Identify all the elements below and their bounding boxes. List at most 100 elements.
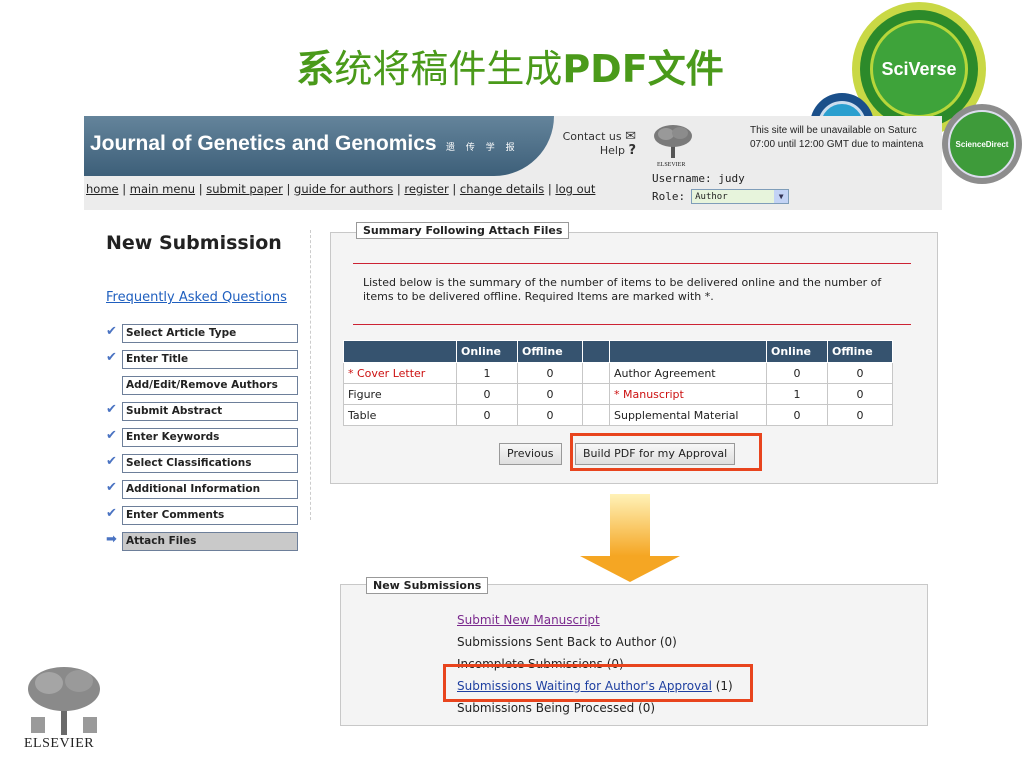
- table-cell: Author Agreement: [609, 362, 767, 384]
- submission-steps: ✔ Select Article Type ✔ Enter Title Add/Ed…: [106, 324, 300, 556]
- elsevier-small-label: ELSEVIER: [657, 162, 686, 168]
- new-submission-title: New Submission: [106, 232, 282, 254]
- table-cell: 0: [517, 362, 583, 384]
- summary-table: Online Offline Online Offline * Cover Le…: [343, 340, 893, 426]
- title-file: 文件: [647, 47, 724, 91]
- arrow-right-icon: ➡: [106, 532, 117, 547]
- table-header: [343, 340, 457, 363]
- nav-guide-for-authors[interactable]: guide for authors: [294, 182, 393, 196]
- username-label: Username: judy: [652, 172, 745, 185]
- help-icon[interactable]: ?: [628, 143, 636, 158]
- table-header: Online: [456, 340, 518, 363]
- step-enter-comments[interactable]: ✔ Enter Comments: [106, 506, 300, 525]
- step-label[interactable]: Submit Abstract: [122, 402, 298, 421]
- contact-us-link[interactable]: Contact us: [563, 130, 622, 143]
- table-cell: 1: [766, 383, 828, 405]
- elsevier-logo-text: ELSEVIER: [24, 736, 95, 751]
- chevron-down-icon[interactable]: ▼: [774, 190, 789, 203]
- sciencedirect-logo-text: ScienceDirect: [955, 139, 1009, 149]
- table-cell: 0: [456, 404, 518, 426]
- step-additional-information[interactable]: ✔ Additional Information: [106, 480, 300, 499]
- column-divider: [310, 230, 311, 520]
- title-text: 统将稿件生成: [334, 47, 563, 91]
- table-header-row: Online Offline Online Offline: [343, 340, 893, 363]
- table-cell: 0: [766, 362, 828, 384]
- nav-separator: |: [195, 182, 207, 196]
- role-label: Role:: [652, 190, 686, 203]
- nav-submit-paper[interactable]: submit paper: [206, 182, 283, 196]
- checkmark-icon: ✔: [106, 506, 117, 521]
- sciverse-logo-text: SciVerse: [881, 58, 957, 79]
- notice-line-2: 07:00 until 12:00 GMT due to maintena: [750, 139, 924, 150]
- maintenance-notice: This site will be unavailable on Saturc …: [750, 124, 923, 152]
- submit-new-manuscript-link[interactable]: Submit New Manuscript: [457, 609, 733, 631]
- editorial-system-screenshot: Journal of Genetics and Genomics 遗 传 学 报…: [84, 116, 942, 556]
- checkmark-icon: ✔: [106, 480, 117, 495]
- step-label[interactable]: Select Classifications: [122, 454, 298, 473]
- checkmark-icon: ✔: [106, 324, 117, 339]
- elsevier-tree-logo-icon: [28, 667, 100, 735]
- table-cell: 0: [827, 404, 893, 426]
- top-navigation: home | main menu | submit paper | guide …: [86, 182, 595, 196]
- table-cell-spacer: [582, 404, 610, 426]
- sciencedirect-logo: ScienceDirect: [948, 110, 1016, 178]
- table-header: [609, 340, 767, 363]
- nav-separator: |: [118, 182, 130, 196]
- step-enter-keywords[interactable]: ✔ Enter Keywords: [106, 428, 300, 447]
- table-cell: 0: [517, 404, 583, 426]
- site-banner: Journal of Genetics and Genomics 遗 传 学 报…: [84, 116, 942, 210]
- step-attach-files[interactable]: ➡ Attach Files: [106, 532, 300, 551]
- down-arrow-shaft: [610, 494, 650, 556]
- table-cell: * Cover Letter: [343, 362, 457, 384]
- role-select-value: Author: [695, 191, 728, 202]
- step-submit-abstract[interactable]: ✔ Submit Abstract: [106, 402, 300, 421]
- checkmark-icon: ✔: [106, 402, 117, 417]
- step-label[interactable]: Add/Edit/Remove Authors: [122, 376, 298, 395]
- table-row: Table 0 0 Supplemental Material 0 0: [343, 404, 893, 426]
- role-select[interactable]: Author ▼: [691, 189, 790, 204]
- step-select-classifications[interactable]: ✔ Select Classifications: [106, 454, 300, 473]
- down-arrow-icon: [580, 556, 680, 582]
- nav-separator: |: [282, 182, 295, 196]
- table-cell: 0: [766, 404, 828, 426]
- mail-icon[interactable]: ✉: [625, 129, 636, 144]
- elsevier-tree-icon: [654, 125, 692, 158]
- table-cell-spacer: [582, 362, 610, 384]
- nav-separator: |: [544, 182, 556, 196]
- step-label[interactable]: Enter Title: [122, 350, 298, 369]
- step-label[interactable]: Select Article Type: [122, 324, 298, 343]
- summary-info-text: Listed below is the summary of the numbe…: [353, 263, 911, 325]
- build-pdf-highlight: [570, 433, 762, 471]
- step-label[interactable]: Additional Information: [122, 480, 298, 499]
- nav-log-out[interactable]: log out: [555, 182, 595, 196]
- table-cell: 0: [517, 383, 583, 405]
- role-row: Role: Author ▼: [652, 189, 790, 204]
- nav-main-menu[interactable]: main menu: [130, 182, 195, 196]
- table-cell: * Manuscript: [609, 383, 767, 405]
- checkmark-icon: ✔: [106, 454, 117, 469]
- table-cell: 0: [827, 362, 893, 384]
- nav-separator: |: [393, 182, 405, 196]
- table-cell: Figure: [343, 383, 457, 405]
- step-enter-title[interactable]: ✔ Enter Title: [106, 350, 300, 369]
- previous-button[interactable]: Previous: [499, 443, 562, 465]
- step-label[interactable]: Enter Keywords: [122, 428, 298, 447]
- waiting-approval-highlight: [443, 664, 753, 702]
- step-label[interactable]: Enter Comments: [122, 506, 298, 525]
- faq-link[interactable]: Frequently Asked Questions: [106, 290, 287, 305]
- table-cell-spacer: [582, 383, 610, 405]
- table-header: [582, 340, 610, 363]
- nav-separator: |: [448, 182, 460, 196]
- step-select-article-type[interactable]: ✔ Select Article Type: [106, 324, 300, 343]
- nav-home[interactable]: home: [86, 182, 119, 196]
- help-link[interactable]: Help: [600, 144, 625, 157]
- step-add-edit-remove-authors[interactable]: Add/Edit/Remove Authors: [106, 376, 300, 395]
- sciverse-logo: SciVerse: [870, 20, 968, 118]
- checkmark-icon: ✔: [106, 428, 117, 443]
- nav-change-details[interactable]: change details: [460, 182, 544, 196]
- nav-register[interactable]: register: [404, 182, 448, 196]
- step-label[interactable]: Attach Files: [122, 532, 298, 551]
- summary-legend: Summary Following Attach Files: [356, 222, 570, 239]
- table-cell: 0: [827, 383, 893, 405]
- journal-title: Journal of Genetics and Genomics: [90, 132, 437, 155]
